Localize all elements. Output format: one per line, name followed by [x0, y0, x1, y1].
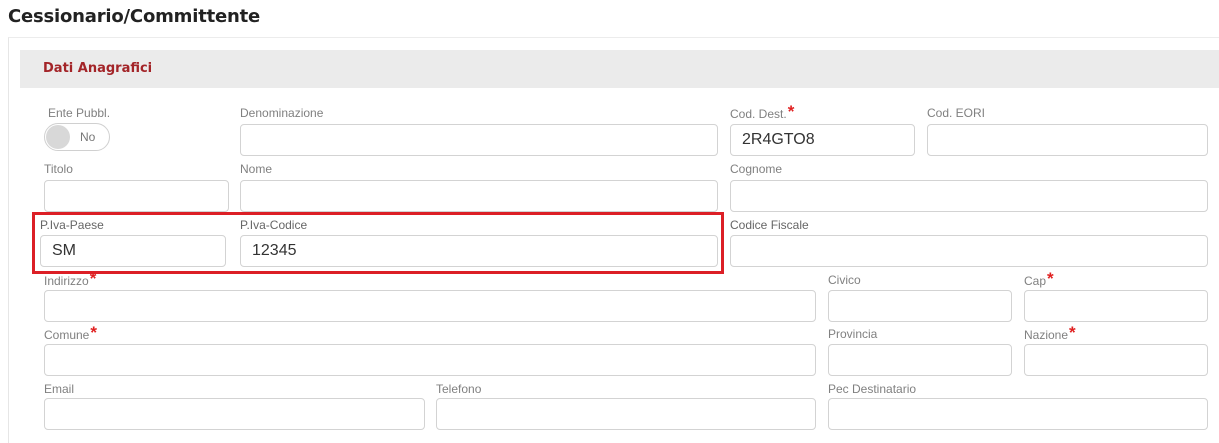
- required-marker: *: [90, 323, 97, 342]
- provincia-field[interactable]: [828, 344, 1012, 376]
- provincia-label: Provincia: [828, 327, 878, 341]
- email-label: Email: [44, 382, 75, 396]
- nome-field[interactable]: [240, 180, 718, 212]
- cap-label: Cap*: [1024, 270, 1054, 288]
- cognome-field[interactable]: [730, 180, 1208, 212]
- titolo-label: Titolo: [44, 162, 73, 176]
- pec-destinatario-field[interactable]: [828, 398, 1208, 430]
- section-header: Dati Anagrafici: [20, 50, 1219, 88]
- cod-eori-label: Cod. EORI: [927, 106, 986, 120]
- pec-destinatario-label: Pec Destinatario: [828, 382, 917, 396]
- telefono-field[interactable]: [436, 398, 816, 430]
- civico-field[interactable]: [828, 290, 1012, 322]
- piva-highlight-box: [32, 212, 724, 274]
- telefono-label: Telefono: [436, 382, 482, 396]
- comune-label-text: Comune: [44, 328, 90, 342]
- email-field[interactable]: [44, 398, 425, 430]
- comune-label: Comune*: [44, 324, 97, 342]
- section-title: Dati Anagrafici: [43, 61, 153, 76]
- cap-label-text: Cap: [1024, 274, 1047, 288]
- civico-label: Civico: [828, 273, 861, 287]
- comune-field[interactable]: [44, 344, 816, 376]
- indirizzo-label-text: Indirizzo: [44, 274, 89, 288]
- required-marker: *: [787, 102, 795, 121]
- denominazione-label: Denominazione: [240, 106, 324, 120]
- nazione-label: Nazione*: [1024, 324, 1076, 342]
- denominazione-field[interactable]: [240, 124, 718, 156]
- toggle-knob: [46, 125, 70, 149]
- cod-dest-label: Cod. Dest.*: [730, 103, 794, 121]
- cap-field[interactable]: [1024, 290, 1208, 322]
- cognome-label: Cognome: [730, 162, 783, 176]
- cod-dest-label-text: Cod. Dest.: [730, 107, 787, 121]
- required-marker: *: [89, 269, 97, 288]
- codice-fiscale-field[interactable]: [730, 235, 1208, 267]
- nome-label: Nome: [240, 162, 273, 176]
- titolo-field[interactable]: [44, 180, 229, 212]
- codice-fiscale-label: Codice Fiscale: [730, 218, 809, 232]
- nazione-label-text: Nazione: [1024, 328, 1069, 342]
- page-title: Cessionario/Committente: [8, 6, 261, 27]
- required-marker: *: [1047, 269, 1054, 288]
- ente-pubbl-value: No: [80, 130, 96, 144]
- cod-eori-field[interactable]: [927, 124, 1208, 156]
- ente-pubbl-label: Ente Pubbl.: [48, 106, 111, 120]
- nazione-field[interactable]: [1024, 344, 1208, 376]
- ente-pubbl-toggle[interactable]: No: [44, 123, 110, 151]
- indirizzo-field[interactable]: [44, 290, 816, 322]
- required-marker: *: [1069, 323, 1076, 342]
- indirizzo-label: Indirizzo*: [44, 270, 96, 288]
- cod-dest-field[interactable]: 2R4GTO8: [730, 124, 915, 156]
